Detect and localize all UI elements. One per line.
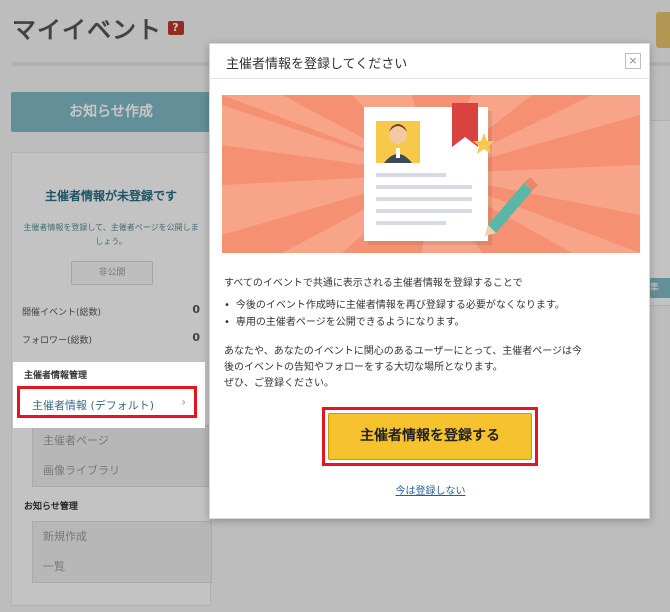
paragraph-line: あなたや、あなたのイベントに関心のあるユーザーにとって、主催者ページは今 <box>224 346 582 357</box>
list-item: 今後のイベント作成時に主催者情報を再び登録する必要がなくなります。 <box>224 297 565 314</box>
register-organizer-dialog: 主催者情報を登録してください × すべてのイベントで共通に表示される主催者情報を… <box>209 43 650 519</box>
skip-registration-link[interactable]: 今は登録しない <box>210 482 651 497</box>
profile-illustration <box>222 95 640 253</box>
illustration-graphic <box>222 95 640 253</box>
highlighted-sidebar-panel: 主催者情報管理 主催者情報 (デフォルト) › <box>13 362 205 428</box>
benefit-list: 今後のイベント作成時に主催者情報を再び登録する必要がなくなります。 専用の主催者… <box>224 297 565 331</box>
paragraph-line: ぜひ、ご登録ください。 <box>224 378 334 389</box>
sidebar-item-label: 主催者情報 (デフォルト) <box>32 399 155 412</box>
dialog-title: 主催者情報を登録してください <box>226 57 408 72</box>
sidebar-item-organizer-default[interactable]: 主催者情報 (デフォルト) › <box>17 386 197 418</box>
paragraph-line: 後のイベントの告知やフォローをする大切な場所となります。 <box>224 362 503 373</box>
list-item: 専用の主催者ページを公開できるようになります。 <box>224 314 565 331</box>
explanation-paragraph: あなたや、あなたのイベントに関心のあるユーザーにとって、主催者ページは今 後のイ… <box>224 344 636 392</box>
close-icon[interactable]: × <box>625 53 641 69</box>
register-organizer-button[interactable]: 主催者情報を登録する <box>328 413 532 460</box>
dialog-header: 主催者情報を登録してください × <box>210 44 649 79</box>
chevron-right-icon: › <box>181 395 186 409</box>
intro-text: すべてのイベントで共通に表示される主催者情報を登録することで <box>224 278 523 289</box>
organizer-section-heading: 主催者情報管理 <box>24 371 88 381</box>
cta-highlight: 主催者情報を登録する <box>322 407 538 466</box>
